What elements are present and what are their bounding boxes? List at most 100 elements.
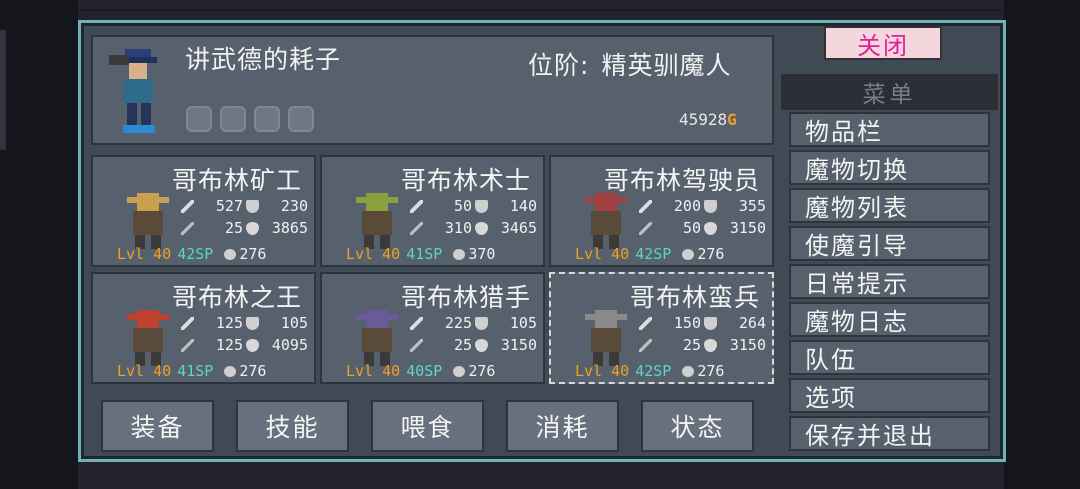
- monster-level-row: Lvl 40 41SP 276: [117, 362, 266, 380]
- defense-icon: [475, 316, 488, 330]
- health-icon: [704, 221, 717, 235]
- monster-stats: 527 230 25 3865: [178, 195, 314, 239]
- feed-button[interactable]: 喂食: [371, 400, 484, 452]
- dungeon-wall-left: [0, 0, 78, 489]
- level-label: Lvl 40: [117, 245, 172, 263]
- hero-sprite: [109, 49, 157, 133]
- level-label: Lvl 40: [346, 362, 401, 380]
- magic-value: 25: [682, 336, 701, 354]
- attack-icon: [410, 316, 423, 330]
- attack-value: 225: [444, 314, 472, 332]
- monster-level-row: Lvl 40 41SP 370: [346, 245, 495, 263]
- health-value: 3865: [271, 219, 308, 237]
- magic-icon: [639, 221, 652, 235]
- health-value: 3150: [729, 336, 766, 354]
- ring-icon[interactable]: [288, 106, 314, 132]
- food-icon: [453, 248, 466, 260]
- dungeon-wall-right: [1004, 0, 1080, 489]
- health-icon: [246, 221, 259, 235]
- hero-rank: 位阶: 精英驯魔人: [528, 46, 731, 82]
- attack-icon: [181, 199, 194, 213]
- equip-button[interactable]: 装备: [101, 400, 214, 452]
- menu-item-options[interactable]: 选项: [789, 378, 990, 413]
- attack-icon: [639, 316, 652, 330]
- health-value: 4095: [271, 336, 308, 354]
- health-icon: [475, 221, 488, 235]
- food-icon: [224, 248, 237, 260]
- gold-amount: 45928: [679, 110, 728, 129]
- menu-item-party[interactable]: 队伍: [789, 340, 990, 375]
- health-value: 3465: [500, 219, 537, 237]
- defense-icon: [246, 199, 259, 213]
- magic-value: 25: [224, 219, 243, 237]
- food-icon: [453, 365, 466, 377]
- menu-item-save-quit[interactable]: 保存并退出: [789, 416, 990, 451]
- monster-sprite: [127, 310, 169, 366]
- defense-value: 105: [280, 314, 308, 332]
- monster-card-brute[interactable]: 哥布林蛮兵 150 264 25 3150 Lvl 40 42SP 276: [549, 272, 774, 384]
- boot-icon[interactable]: [186, 106, 212, 132]
- food-value: 276: [697, 245, 725, 263]
- monster-name: 哥布林猎手: [400, 283, 531, 312]
- menu-item-daily-tips[interactable]: 日常提示: [789, 264, 990, 299]
- monster-card-miner[interactable]: 哥布林矿工 527 230 25 3865 Lvl 40 42SP 276: [91, 155, 316, 267]
- magic-value: 310: [444, 219, 472, 237]
- monster-stats: 150 264 25 3150: [636, 312, 772, 356]
- level-label: Lvl 40: [117, 362, 172, 380]
- defense-value: 140: [509, 197, 537, 215]
- food-value: 276: [239, 245, 267, 263]
- menu-item-monster-log[interactable]: 魔物日志: [789, 302, 990, 337]
- monster-name: 哥布林之王: [171, 283, 302, 312]
- skill-points: 42SP: [635, 245, 672, 263]
- monster-stats: 50 140 310 3465: [407, 195, 543, 239]
- attack-value: 125: [215, 314, 243, 332]
- food-value: 370: [468, 245, 496, 263]
- mushroom-icon[interactable]: [254, 106, 280, 132]
- monster-stats: 225 105 25 3150: [407, 312, 543, 356]
- attack-icon: [410, 199, 423, 213]
- defense-icon: [475, 199, 488, 213]
- gold-icon: G: [727, 110, 737, 129]
- food-icon: [682, 248, 695, 260]
- rank-label: 位阶:: [528, 51, 590, 80]
- skills-button[interactable]: 技能: [236, 400, 349, 452]
- monster-sprite: [356, 193, 398, 249]
- monster-card-sorcerer[interactable]: 哥布林术士 50 140 310 3465 Lvl 40 41SP 370: [320, 155, 545, 267]
- monster-card-hunter[interactable]: 哥布林猎手 225 105 25 3150 Lvl 40 40SP 276: [320, 272, 545, 384]
- food-value: 276: [239, 362, 267, 380]
- monster-level-row: Lvl 40 40SP 276: [346, 362, 495, 380]
- skill-points: 42SP: [177, 245, 214, 263]
- magic-value: 50: [682, 219, 701, 237]
- attack-value: 150: [673, 314, 701, 332]
- consume-button[interactable]: 消耗: [506, 400, 619, 452]
- rank-value: 精英驯魔人: [601, 51, 732, 80]
- monster-level-row: Lvl 40 42SP 276: [117, 245, 266, 263]
- skill-points: 41SP: [406, 245, 443, 263]
- menu-item-monster-list[interactable]: 魔物列表: [789, 188, 990, 223]
- menu-item-inventory[interactable]: 物品栏: [789, 112, 990, 147]
- monster-stats: 200 355 50 3150: [636, 195, 772, 239]
- food-value: 276: [468, 362, 496, 380]
- menu-item-monster-switch[interactable]: 魔物切换: [789, 150, 990, 185]
- monster-sprite: [585, 193, 627, 249]
- level-label: Lvl 40: [575, 362, 630, 380]
- magic-value: 125: [215, 336, 243, 354]
- health-icon: [704, 338, 717, 352]
- monster-sprite: [356, 310, 398, 366]
- food-value: 276: [697, 362, 725, 380]
- gauntlet-icon[interactable]: [220, 106, 246, 132]
- defense-icon: [704, 316, 717, 330]
- monster-level-row: Lvl 40 42SP 276: [575, 362, 724, 380]
- menu-item-familiar-guide[interactable]: 使魔引导: [789, 226, 990, 261]
- close-button[interactable]: 关闭: [824, 26, 942, 60]
- monster-name: 哥布林矿工: [171, 166, 302, 195]
- status-button[interactable]: 状态: [641, 400, 754, 452]
- monster-name: 哥布林蛮兵: [629, 283, 760, 312]
- skill-points: 40SP: [406, 362, 443, 380]
- menu-title: 菜单: [781, 74, 998, 110]
- monster-card-king[interactable]: 哥布林之王 125 105 125 4095 Lvl 40 41SP 276: [91, 272, 316, 384]
- defense-value: 230: [280, 197, 308, 215]
- magic-icon: [639, 338, 652, 352]
- monster-card-pilot[interactable]: 哥布林驾驶员 200 355 50 3150 Lvl 40 42SP 276: [549, 155, 774, 267]
- skill-points: 42SP: [635, 362, 672, 380]
